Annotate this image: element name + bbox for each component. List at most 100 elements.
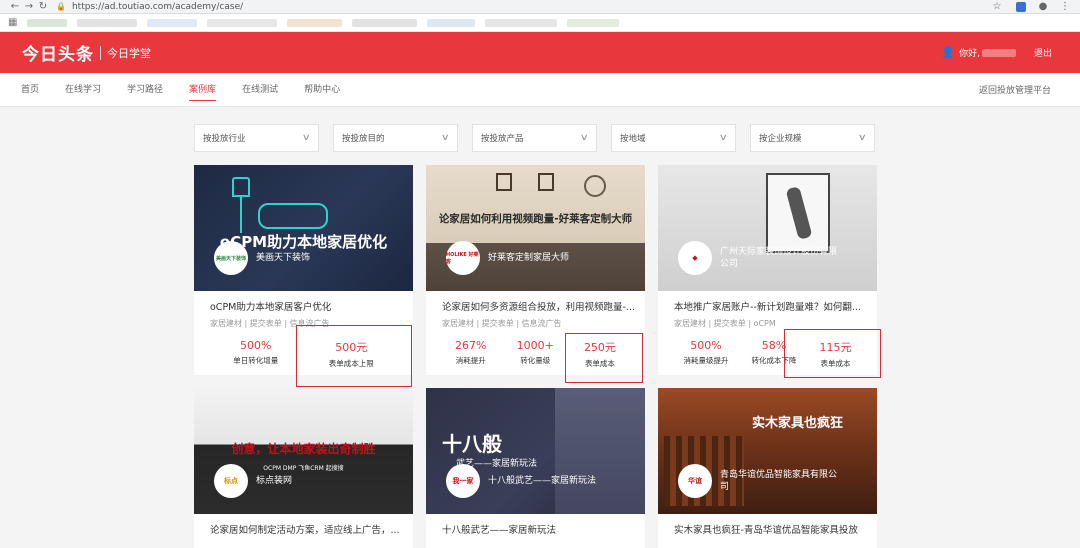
case-title[interactable]: 实木家具也疯狂-青岛华谊优品智能家具投放 — [658, 514, 877, 536]
brand-name: 广州天际家装饰设计股份有限公司 — [720, 247, 838, 269]
metric-label: 单日转化增量 — [233, 356, 279, 365]
brand-name: 美画天下装饰 — [256, 253, 311, 263]
account-icon[interactable]: ● — [1036, 1, 1050, 13]
back-arrow-icon[interactable]: ← — [8, 1, 22, 13]
metric-value: 267% — [455, 339, 487, 352]
nav-learning-path[interactable]: 学习路径 — [127, 73, 163, 107]
browser-toolbar: ← → ↻ 🔒 https://ad.toutiao.com/academy/c… — [0, 0, 1080, 14]
brand-name: 十八般武艺——家居新玩法 — [488, 476, 597, 486]
filter-label: 按投放目的 — [342, 134, 385, 144]
wall-frames — [496, 173, 554, 191]
bookmark[interactable] — [352, 18, 418, 27]
metric-value: 1000+ — [516, 339, 554, 352]
case-thumbnail[interactable]: ◆ 广州天际家装饰设计股份有限公司 — [658, 165, 877, 291]
chevron-down-icon: ∨ — [858, 133, 868, 143]
sofa-illustration — [258, 203, 328, 229]
filter-label: 按地域 — [620, 134, 646, 144]
brand-badge: 我一家 十八般武艺——家居新玩法 — [446, 464, 596, 498]
greeting: 你好, — [959, 49, 980, 59]
brand-logo: 华谊 — [678, 464, 712, 498]
brand-badge: HOLIKE 好莱客 好莱客定制家居大师 — [446, 241, 569, 275]
chevron-down-icon: ∨ — [719, 133, 729, 143]
reload-icon[interactable]: ↻ — [36, 1, 50, 13]
bookmark[interactable] — [77, 18, 138, 27]
metric: 267% 消耗提升 — [455, 339, 486, 369]
chevron-down-icon: ∨ — [441, 133, 451, 143]
case-thumbnail[interactable]: 论家居如何利用视频跑量-好莱客定制大师 HOLIKE 好莱客 好莱客定制家居大师 — [426, 165, 645, 291]
star-icon[interactable]: ☆ — [990, 1, 1004, 13]
bookmark[interactable] — [567, 18, 620, 27]
chevron-down-icon: ∨ — [580, 133, 590, 143]
main-nav: 首页 在线学习 学习路径 案例库 在线测试 帮助中心 返回投放管理平台 — [0, 73, 1080, 107]
thumbnail-headline: 实木家具也疯狂 — [751, 416, 843, 431]
filter-label: 按投放行业 — [203, 134, 246, 144]
metric: 500% 消耗量级提升 — [684, 339, 729, 369]
filter-region-select[interactable]: 按地域 ∨ — [611, 124, 736, 152]
forward-arrow-icon[interactable]: → — [22, 1, 36, 13]
bookmark[interactable] — [427, 18, 476, 27]
brand-logo: HOLIKE 好莱客 — [446, 241, 480, 275]
menu-icon[interactable]: ⋮ — [1058, 1, 1072, 13]
filter-goal-select[interactable]: 按投放目的 ∨ — [333, 124, 458, 152]
brand-name: 好莱客定制家居大师 — [488, 253, 570, 263]
toutiao-logo[interactable]: 今日头条 — [22, 40, 94, 65]
academy-title[interactable]: 今日学堂 — [107, 45, 151, 61]
filter-industry-select[interactable]: 按投放行业 ∨ — [194, 124, 319, 152]
username-redacted — [981, 48, 1016, 57]
metric-label: 消耗量级提升 — [683, 356, 729, 365]
clock-illustration — [584, 175, 606, 197]
brand-logo: 美画天下装饰 — [214, 241, 248, 275]
case-card[interactable]: 创意，让本地家装出奇制胜 OCPM DMP 飞鱼CRM 起搜搜 标点 标点装网 … — [194, 388, 413, 548]
lamp-illustration — [240, 197, 242, 233]
brand-logo: 我一家 — [446, 464, 480, 498]
highlight-box — [296, 325, 412, 387]
nav-case-library[interactable]: 案例库 — [189, 73, 217, 107]
logout-link[interactable]: 退出 — [1034, 46, 1052, 59]
case-title[interactable]: 本地推广家居账户--新计划跑量难？如何翻... — [658, 291, 877, 313]
case-card[interactable]: 实木家具也疯狂 华谊 青岛华谊优品智能家具有限公司 实木家具也疯狂-青岛华谊优品… — [658, 388, 877, 548]
case-tags: 家居建材 | 提交表单 | oCPM — [674, 319, 776, 328]
bookmark[interactable] — [27, 18, 68, 27]
back-to-ad-platform-link[interactable]: 返回投放管理平台 — [979, 83, 1051, 96]
extension-icon[interactable] — [1016, 1, 1026, 12]
user-icon: 👤 — [941, 46, 956, 59]
filter-company-size-select[interactable]: 按企业规模 ∨ — [750, 124, 875, 152]
brand-name: 青岛华谊优品智能家具有限公司 — [720, 470, 838, 492]
case-title[interactable]: 十八般武艺——家居新玩法 — [426, 514, 645, 536]
apps-grid-icon[interactable]: ▦ — [8, 17, 17, 28]
filter-label: 按企业规模 — [759, 134, 802, 144]
filter-product-select[interactable]: 按投放产品 ∨ — [472, 124, 597, 152]
nav-help-center[interactable]: 帮助中心 — [304, 73, 340, 107]
nav-online-learning[interactable]: 在线学习 — [65, 73, 101, 107]
brand-badge: 美画天下装饰 美画天下装饰 — [214, 241, 310, 275]
case-title[interactable]: 论家居如何多资源组合投放，利用视频跑量-... — [426, 291, 645, 313]
case-thumbnail[interactable]: 十八般 武艺——家居新玩法 我一家 十八般武艺——家居新玩法 — [426, 388, 645, 514]
bookmark[interactable] — [147, 18, 198, 27]
case-tags: 家居建材 | 提交表单 | 信息流广告 — [442, 319, 562, 328]
case-thumbnail[interactable]: oCPM助力本地家居优化 美画天下装饰 美画天下装饰 — [194, 165, 413, 291]
metric: 1000+ 转化量级 — [517, 339, 554, 369]
bookmark[interactable] — [485, 18, 558, 27]
case-thumbnail[interactable]: 实木家具也疯狂 华谊 青岛华谊优品智能家具有限公司 — [658, 388, 877, 514]
metric-value: 500% — [690, 339, 722, 352]
brand-badge: ◆ 广州天际家装饰设计股份有限公司 — [678, 241, 840, 275]
case-card[interactable]: 十八般 武艺——家居新玩法 我一家 十八般武艺——家居新玩法 十八般武艺——家居… — [426, 388, 645, 548]
chevron-down-icon: ∨ — [302, 133, 312, 143]
case-title[interactable]: oCPM助力本地家居客户优化 — [194, 291, 413, 313]
nav-online-test[interactable]: 在线测试 — [242, 73, 278, 107]
metric-value: 500% — [240, 339, 272, 352]
case-title[interactable]: 论家居如何制定活动方案，适应线上广告，... — [194, 514, 413, 536]
address-bar[interactable]: https://ad.toutiao.com/academy/case/ — [72, 2, 243, 12]
bookmark[interactable] — [287, 18, 343, 27]
logo-divider — [100, 45, 101, 60]
bookmarks-bar: ▦ — [0, 14, 1080, 32]
lamp-illustration — [232, 177, 250, 197]
filter-label: 按投放产品 — [481, 134, 524, 144]
lock-icon: 🔒 — [56, 2, 66, 11]
filter-bar: 按投放行业 ∨ 按投放目的 ∨ 按投放产品 ∨ 按地域 ∨ 按企业规模 ∨ — [194, 124, 889, 152]
metric-label: 转化量级 — [520, 356, 551, 365]
nav-home[interactable]: 首页 — [21, 73, 39, 107]
case-thumbnail[interactable]: 创意，让本地家装出奇制胜 OCPM DMP 飞鱼CRM 起搜搜 标点 标点装网 — [194, 388, 413, 514]
thumbnail-headline: 十八般 — [442, 432, 502, 456]
bookmark[interactable] — [207, 18, 278, 27]
